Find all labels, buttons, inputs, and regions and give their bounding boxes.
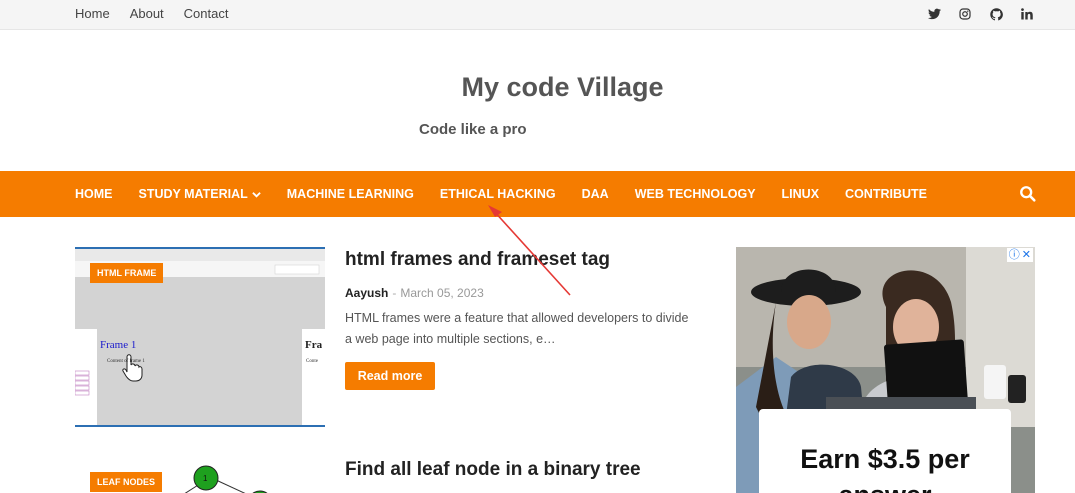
nav-item-contribute[interactable]: CONTRIBUTE (845, 187, 927, 201)
chevron-down-icon (252, 191, 261, 198)
meta-separator: - (392, 286, 397, 300)
post-title[interactable]: Find all leaf node in a binary tree (345, 459, 641, 481)
post-date: March 05, 2023 (400, 286, 484, 300)
ad-choices[interactable]: ⓘ ✕ (1006, 248, 1033, 262)
category-badge[interactable]: LEAF NODES (90, 472, 163, 492)
nav-item-label: CONTRIBUTE (845, 187, 927, 201)
top-link-about[interactable]: About (130, 6, 164, 21)
nav-item-label: HOME (75, 187, 113, 201)
frame2-content-label: Conte (306, 359, 318, 364)
github-icon[interactable] (988, 6, 1004, 22)
search-icon[interactable] (1019, 185, 1037, 203)
top-bar: Home About Contact (0, 0, 1075, 30)
read-more-button[interactable]: Read more (345, 362, 435, 390)
post-thumbnail[interactable]: Frame 1 Fra Content of frame 1 Conte HTM… (75, 247, 325, 427)
advertisement[interactable]: ⓘ ✕ Earn $3.5 per answer (736, 247, 1035, 493)
nav-item-study-material[interactable]: STUDY MATERIAL (139, 187, 261, 201)
site-title[interactable]: My code Village (0, 72, 1075, 103)
tree-node-label: 1 (203, 474, 208, 483)
frame1-label: Frame 1 (100, 339, 137, 351)
post-excerpt: HTML frames were a feature that allowed … (345, 311, 689, 346)
top-link-contact[interactable]: Contact (184, 6, 229, 21)
nav-item-label: LINUX (781, 187, 820, 201)
post-author[interactable]: Aayush (345, 286, 388, 300)
close-icon[interactable]: ✕ (1022, 249, 1031, 261)
nav-item-ethical-hacking[interactable]: ETHICAL HACKING (440, 187, 556, 201)
post-thumbnail[interactable]: 1 LEAF NODES (75, 458, 325, 493)
linkedin-icon[interactable] (1019, 6, 1035, 22)
frame2-label: Fra (305, 339, 323, 351)
nav-item-web-technology[interactable]: WEB TECHNOLOGY (635, 187, 756, 201)
nav-item-label: MACHINE LEARNING (286, 187, 414, 201)
nav-item-linux[interactable]: LINUX (782, 187, 820, 201)
nav-item-label: WEB TECHNOLOGY (634, 187, 756, 201)
post-meta: Aayush - March 05, 2023 (345, 286, 484, 300)
info-icon[interactable]: ⓘ (1009, 249, 1020, 261)
site-tagline: Code like a pro (419, 121, 527, 138)
ad-headline[interactable]: Earn $3.5 per answer (759, 441, 1011, 493)
nav-item-daa[interactable]: DAA (582, 187, 609, 201)
post-title[interactable]: html frames and frameset tag (345, 249, 610, 271)
category-badge[interactable]: HTML FRAME (90, 263, 164, 283)
top-nav: Home About Contact (75, 6, 228, 21)
nav-item-home[interactable]: HOME (75, 187, 113, 201)
nav-item-label: ETHICAL HACKING (439, 187, 556, 201)
top-link-home[interactable]: Home (75, 6, 110, 21)
nav-item-machine-learning[interactable]: MACHINE LEARNING (287, 187, 414, 201)
nav-item-label: STUDY MATERIAL (138, 187, 248, 201)
twitter-icon[interactable] (926, 6, 942, 22)
social-links (926, 6, 1035, 22)
instagram-icon[interactable] (957, 6, 973, 22)
nav-item-label: DAA (581, 187, 609, 201)
frame1-content-label: Content of frame 1 (107, 359, 145, 364)
ad-card: Earn $3.5 per answer (759, 409, 1011, 493)
main-nav: HOME STUDY MATERIAL MACHINE LEARNING ETH… (0, 171, 1075, 217)
